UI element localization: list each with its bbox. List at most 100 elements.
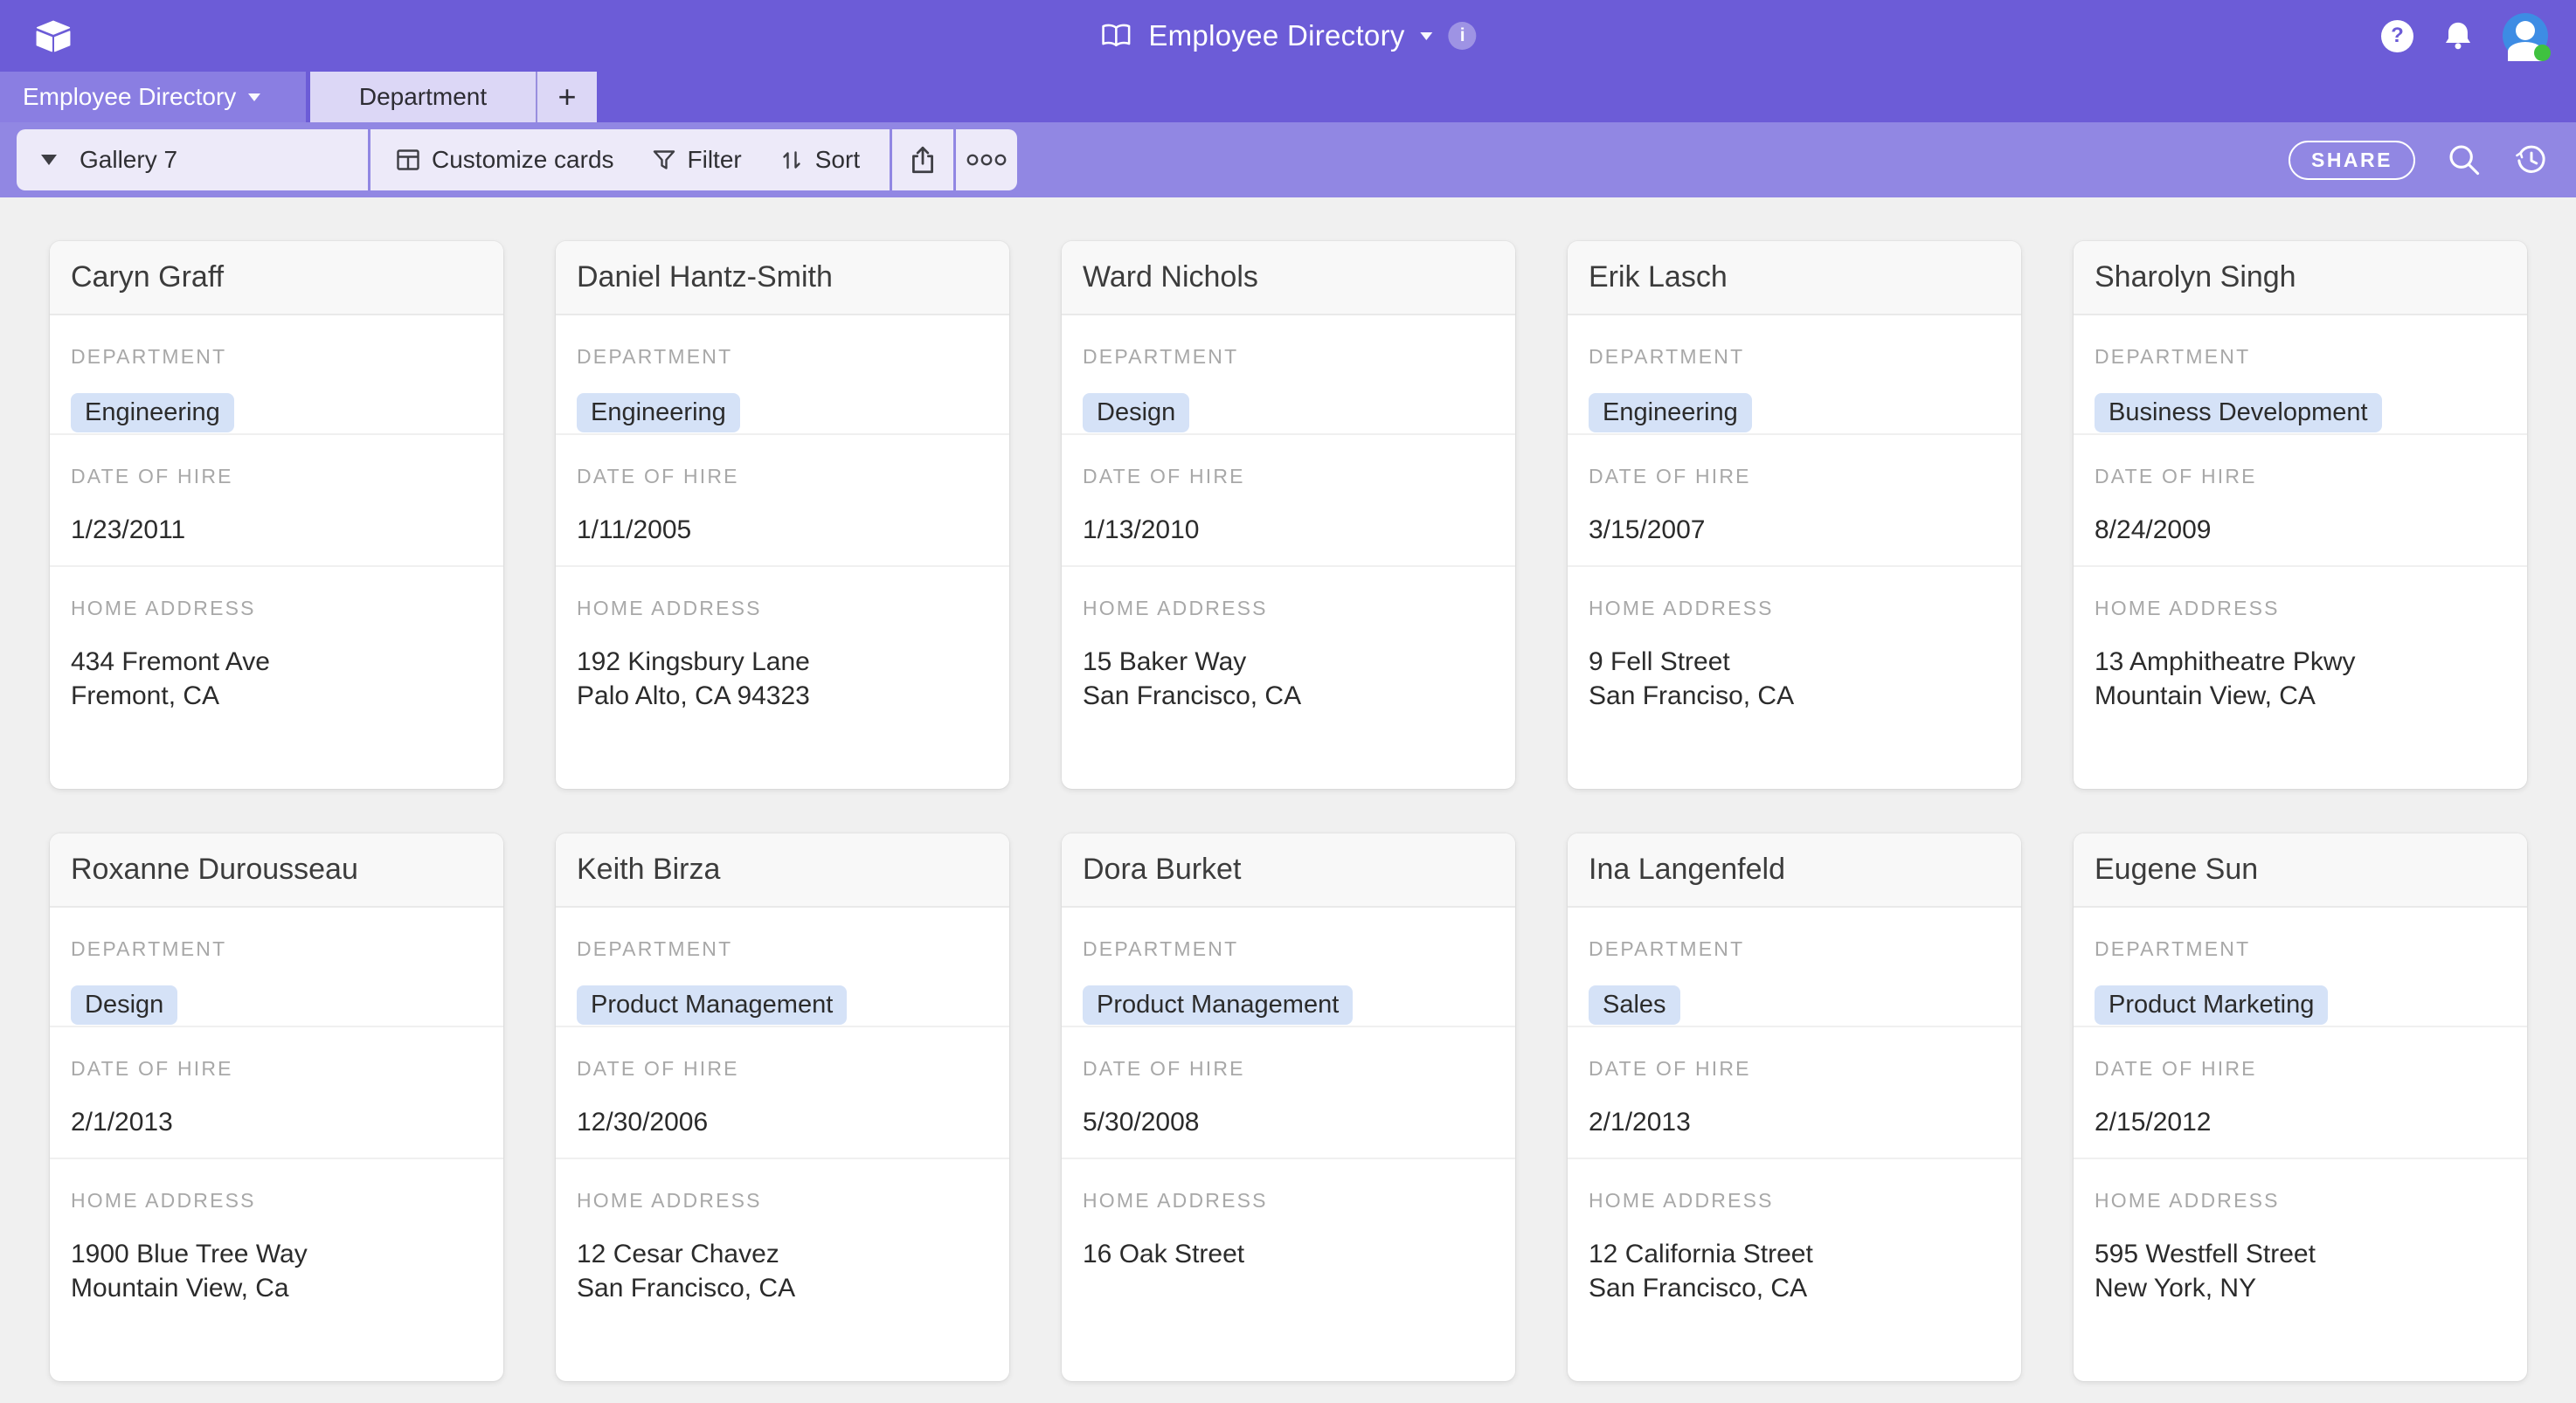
employee-name: Dora Burket — [1062, 833, 1515, 908]
employee-name: Ina Langenfeld — [1568, 833, 2021, 908]
date-of-hire-field: DATE OF HIRE 1/11/2005 — [556, 435, 1009, 567]
field-label-department: DEPARTMENT — [2095, 345, 2251, 368]
home-address-field: HOME ADDRESS 12 Cesar Chavez San Francis… — [556, 1159, 1009, 1381]
home-address-field: HOME ADDRESS 595 Westfell Street New Yor… — [2074, 1159, 2527, 1381]
field-label-home-address: HOME ADDRESS — [2095, 597, 2280, 619]
tab-label: Employee Directory — [23, 83, 237, 110]
date-of-hire-value: 2/1/2013 — [1589, 1108, 1691, 1137]
sort-button[interactable]: Sort — [779, 146, 860, 174]
employee-card[interactable]: Eugene Sun DEPARTMENT Product Marketing … — [2074, 833, 2527, 1381]
search-icon[interactable] — [2447, 142, 2482, 177]
employee-name: Keith Birza — [556, 833, 1009, 908]
share-button[interactable]: SHARE — [2288, 140, 2415, 180]
department-field: DEPARTMENT Product Management — [556, 908, 1009, 1027]
more-options-button[interactable] — [956, 129, 1017, 190]
share-view-button[interactable] — [892, 129, 953, 190]
share-tray-arrow-icon — [908, 144, 938, 176]
filter-button[interactable]: Filter — [651, 146, 742, 174]
home-address-value: 12 California Street San Francisco, CA — [1589, 1240, 1813, 1303]
date-of-hire-field: DATE OF HIRE 5/30/2008 — [1062, 1027, 1515, 1159]
airtable-logo-icon[interactable] — [33, 18, 73, 53]
field-label-home-address: HOME ADDRESS — [1589, 597, 1774, 619]
field-label-home-address: HOME ADDRESS — [1083, 597, 1268, 619]
notifications-bell-icon[interactable] — [2441, 19, 2475, 52]
view-caret-down-icon — [41, 155, 57, 165]
department-field: DEPARTMENT Design — [50, 908, 503, 1027]
field-label-date-of-hire: DATE OF HIRE — [577, 465, 739, 487]
view-switcher[interactable]: Gallery 7 — [17, 129, 368, 190]
department-field: DEPARTMENT Product Marketing — [2074, 908, 2527, 1027]
field-label-home-address: HOME ADDRESS — [71, 597, 256, 619]
employee-card[interactable]: Sharolyn Singh DEPARTMENT Business Devel… — [2074, 241, 2527, 789]
date-of-hire-value: 5/30/2008 — [1083, 1108, 1200, 1137]
sort-arrows-icon — [779, 147, 805, 173]
employee-card[interactable]: Erik Lasch DEPARTMENT Engineering DATE O… — [1568, 241, 2021, 789]
employee-card[interactable]: Daniel Hantz-Smith DEPARTMENT Engineerin… — [556, 241, 1009, 789]
field-label-department: DEPARTMENT — [577, 937, 733, 960]
department-pill: Design — [1083, 393, 1190, 432]
date-of-hire-value: 2/1/2013 — [71, 1108, 173, 1137]
home-address-field: HOME ADDRESS 12 California Street San Fr… — [1568, 1159, 2021, 1381]
home-address-field: HOME ADDRESS 434 Fremont Ave Fremont, CA — [50, 567, 503, 789]
department-field: DEPARTMENT Design — [1062, 315, 1515, 435]
view-controls: Gallery 7 Customize cards Filter Sort — [17, 129, 1018, 190]
sort-label: Sort — [814, 146, 861, 173]
date-of-hire-value: 12/30/2006 — [577, 1108, 709, 1137]
home-address-field: HOME ADDRESS 1900 Blue Tree Way Mountain… — [50, 1159, 503, 1381]
field-label-home-address: HOME ADDRESS — [1083, 1189, 1268, 1212]
home-address-field: HOME ADDRESS 16 Oak Street — [1062, 1159, 1515, 1381]
field-label-home-address: HOME ADDRESS — [71, 1189, 256, 1212]
department-field: DEPARTMENT Engineering — [1568, 315, 2021, 435]
department-pill: Sales — [1589, 985, 1680, 1025]
department-pill: Design — [71, 985, 178, 1025]
card-grid-icon — [395, 147, 421, 173]
field-label-date-of-hire: DATE OF HIRE — [71, 465, 233, 487]
employee-card[interactable]: Caryn Graff DEPARTMENT Engineering DATE … — [50, 241, 503, 789]
tab-employee-directory[interactable]: Employee Directory — [0, 72, 306, 122]
employee-name: Erik Lasch — [1568, 241, 2021, 315]
date-of-hire-field: DATE OF HIRE 2/1/2013 — [50, 1027, 503, 1159]
department-field: DEPARTMENT Sales — [1568, 908, 2021, 1027]
info-icon[interactable]: i — [1448, 22, 1477, 50]
field-label-department: DEPARTMENT — [1083, 937, 1239, 960]
date-of-hire-value: 3/15/2007 — [1589, 515, 1706, 544]
date-of-hire-field: DATE OF HIRE 1/23/2011 — [50, 435, 503, 567]
title-caret-down-icon[interactable] — [1420, 31, 1433, 40]
field-label-date-of-hire: DATE OF HIRE — [1589, 1057, 1751, 1080]
user-avatar[interactable] — [2503, 13, 2551, 61]
employee-card[interactable]: Ina Langenfeld DEPARTMENT Sales DATE OF … — [1568, 833, 2021, 1381]
tab-department[interactable]: Department — [310, 72, 536, 122]
help-icon[interactable]: ? — [2381, 19, 2413, 52]
avatar-person-icon — [2516, 21, 2535, 40]
date-of-hire-field: DATE OF HIRE 2/15/2012 — [2074, 1027, 2527, 1159]
add-table-button[interactable]: + — [536, 72, 597, 122]
field-label-home-address: HOME ADDRESS — [577, 597, 762, 619]
home-address-value: 12 Cesar Chavez San Francisco, CA — [577, 1240, 796, 1303]
topbar-actions: ? — [2381, 13, 2551, 61]
employee-name: Sharolyn Singh — [2074, 241, 2527, 315]
field-label-department: DEPARTMENT — [577, 345, 733, 368]
view-toolbar: Gallery 7 Customize cards Filter Sort SH… — [0, 122, 2576, 197]
customize-cards-label: Customize cards — [432, 146, 614, 173]
field-label-date-of-hire: DATE OF HIRE — [1083, 1057, 1245, 1080]
department-pill: Product Marketing — [2095, 985, 2329, 1025]
table-tabs-bar: Employee Directory Department + — [0, 72, 2576, 122]
tab-caret-down-icon — [248, 93, 261, 101]
employee-card[interactable]: Dora Burket DEPARTMENT Product Managemen… — [1062, 833, 1515, 1381]
department-pill: Product Management — [577, 985, 848, 1025]
date-of-hire-field: DATE OF HIRE 1/13/2010 — [1062, 435, 1515, 567]
employee-card[interactable]: Roxanne Durousseau DEPARTMENT Design DAT… — [50, 833, 503, 1381]
employee-card[interactable]: Ward Nichols DEPARTMENT Design DATE OF H… — [1062, 241, 1515, 789]
base-title[interactable]: Employee Directory — [1148, 19, 1404, 52]
employee-card[interactable]: Keith Birza DEPARTMENT Product Managemen… — [556, 833, 1009, 1381]
department-pill: Engineering — [577, 393, 740, 432]
customize-cards-button[interactable]: Customize cards — [395, 146, 614, 174]
date-of-hire-value: 1/23/2011 — [71, 515, 186, 544]
home-address-field: HOME ADDRESS 192 Kingsbury Lane Palo Alt… — [556, 567, 1009, 789]
card-grid: Caryn Graff DEPARTMENT Engineering DATE … — [0, 197, 2576, 1381]
field-label-department: DEPARTMENT — [2095, 937, 2251, 960]
history-icon[interactable] — [2513, 142, 2550, 178]
top-bar: Employee Directory i ? — [0, 0, 2576, 72]
field-label-date-of-hire: DATE OF HIRE — [71, 1057, 233, 1080]
home-address-value: 192 Kingsbury Lane Palo Alto, CA 94323 — [577, 647, 810, 710]
